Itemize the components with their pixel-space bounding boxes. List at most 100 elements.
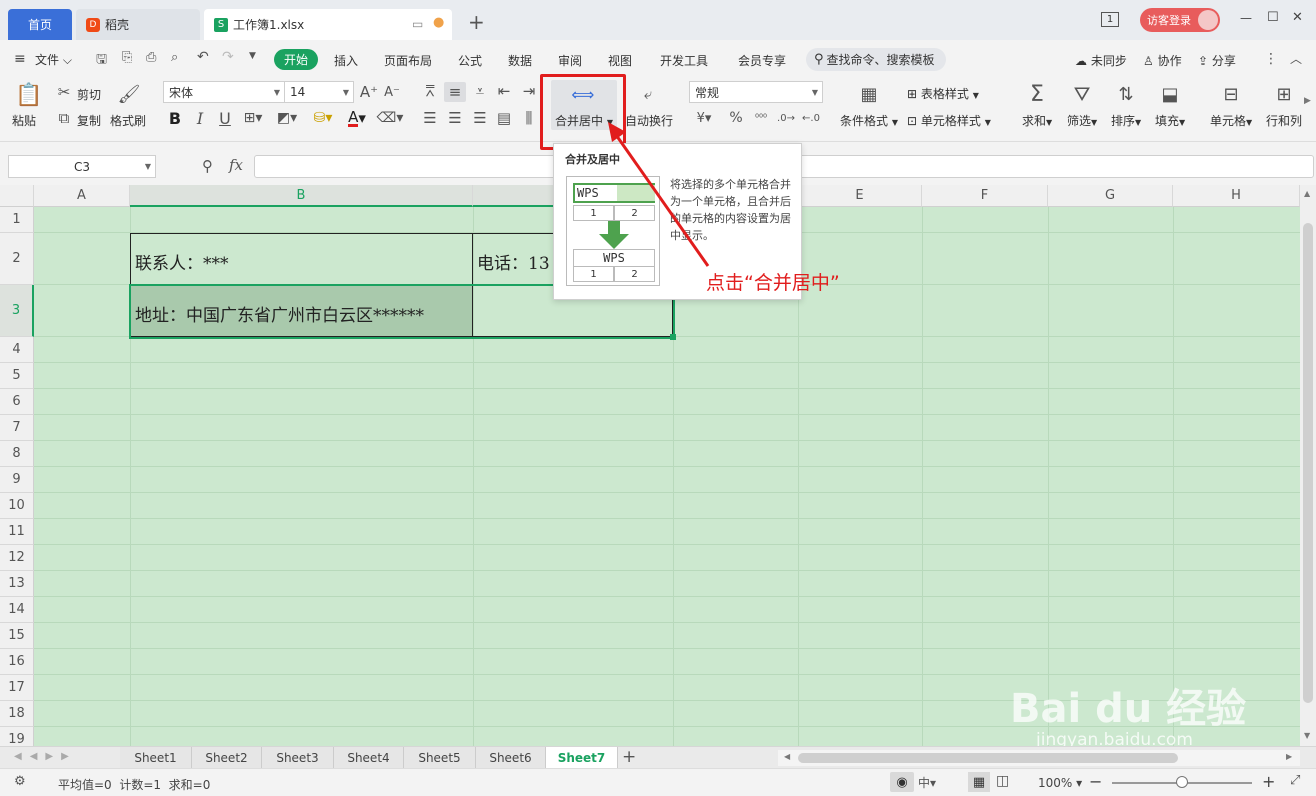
menu-tab-developer[interactable]: 开发工具: [660, 52, 708, 69]
column-header[interactable]: F: [922, 185, 1048, 207]
fullscreen-icon[interactable]: ⤢: [1290, 773, 1300, 788]
sheet-tab[interactable]: Sheet3: [262, 747, 334, 769]
column-header[interactable]: H: [1173, 185, 1300, 207]
macro-icon[interactable]: ⚙: [14, 774, 26, 789]
highlight-icon[interactable]: ⛁▾: [308, 108, 338, 128]
row-col-button[interactable]: 行和列: [1266, 112, 1302, 129]
sheet-tab[interactable]: Sheet1: [120, 747, 192, 769]
tab-home[interactable]: 首页: [8, 9, 72, 40]
column-header[interactable]: G: [1048, 185, 1173, 207]
paste-icon[interactable]: 📋: [15, 81, 43, 109]
scroll-down-icon[interactable]: ▼: [1304, 731, 1310, 740]
wrap-text-icon[interactable]: ⤶: [636, 84, 660, 104]
increase-decimal-icon[interactable]: .0→: [776, 109, 796, 127]
fill-handle[interactable]: [670, 334, 676, 340]
filter-button[interactable]: 筛选▼: [1067, 112, 1097, 129]
window-count-badge[interactable]: 1: [1101, 12, 1119, 27]
justify-icon[interactable]: ▤: [495, 109, 513, 127]
column-header[interactable]: E: [798, 185, 922, 207]
underline-icon[interactable]: U: [216, 108, 234, 128]
add-sheet-button[interactable]: +: [622, 747, 636, 767]
sum-icon[interactable]: Σ: [1024, 81, 1050, 107]
scissors-icon[interactable]: ✂: [56, 83, 72, 101]
copy-button[interactable]: 复制: [77, 112, 101, 129]
decrease-decimal-icon[interactable]: ←.0: [801, 109, 821, 127]
sheet-tab[interactable]: Sheet4: [334, 747, 404, 769]
align-middle-icon[interactable]: ≡: [444, 82, 466, 102]
align-right-icon[interactable]: ☰: [471, 109, 489, 127]
align-center-icon[interactable]: ☰: [446, 109, 464, 127]
zoom-slider-thumb[interactable]: [1176, 776, 1188, 788]
row-header[interactable]: 5: [0, 363, 34, 389]
h-scroll-thumb[interactable]: [798, 753, 1178, 763]
sheet-tab[interactable]: Sheet6: [476, 747, 546, 769]
row-header[interactable]: 18: [0, 701, 34, 727]
close-button[interactable]: ✕: [1292, 10, 1303, 25]
paste-button[interactable]: 粘贴: [12, 112, 36, 129]
row-header[interactable]: 14: [0, 597, 34, 623]
menu-tab-member[interactable]: 会员专享: [738, 52, 786, 69]
format-painter-button[interactable]: 格式刷: [110, 112, 146, 129]
cut-button[interactable]: 剪切: [77, 86, 101, 103]
zoom-out-button[interactable]: −: [1089, 772, 1102, 791]
normal-view-icon[interactable]: ▦: [968, 772, 990, 792]
row-header[interactable]: 15: [0, 623, 34, 649]
row-header[interactable]: 17: [0, 675, 34, 701]
sheet-tab[interactable]: Sheet2: [192, 747, 262, 769]
row-header[interactable]: 19: [0, 727, 34, 746]
name-box[interactable]: C3 ▼: [8, 155, 156, 178]
collab-button[interactable]: ♙ 协作: [1143, 52, 1182, 69]
bold-icon[interactable]: B: [166, 108, 184, 128]
row-header[interactable]: 1: [0, 207, 34, 233]
minimize-button[interactable]: —: [1240, 11, 1252, 25]
percent-icon[interactable]: %: [727, 109, 745, 127]
sum-button[interactable]: 求和▼: [1022, 112, 1052, 129]
copy-icon[interactable]: ⧉: [56, 109, 72, 127]
row-header[interactable]: 3: [0, 285, 34, 337]
save-icon[interactable]: 🖫: [96, 50, 107, 72]
row-header[interactable]: 10: [0, 493, 34, 519]
cell-c2[interactable]: 电话：13: [477, 249, 550, 274]
align-left-icon[interactable]: ☰: [421, 109, 439, 127]
table-style-button[interactable]: ⊞ 表格样式 ▼: [907, 85, 979, 102]
ribbon-scroll-right-icon[interactable]: ▶: [1304, 96, 1311, 106]
cell-b3[interactable]: 地址：中国广东省广州市白云区******: [135, 301, 424, 326]
fill-icon[interactable]: ⬓: [1157, 81, 1183, 107]
row-header[interactable]: 4: [0, 337, 34, 363]
select-all-corner[interactable]: [0, 185, 34, 207]
row-col-icon[interactable]: ⊞: [1271, 81, 1297, 107]
sheet-tab[interactable]: Sheet5: [404, 747, 476, 769]
zoom-formula-icon[interactable]: ⚲: [202, 157, 213, 175]
border-icon[interactable]: ⊞▾: [240, 108, 266, 128]
thousands-icon[interactable]: ⁰⁰⁰: [751, 109, 771, 127]
sheet-tab-active[interactable]: Sheet7: [546, 747, 618, 769]
share-button[interactable]: ⇪ 分享: [1198, 52, 1236, 69]
font-color-icon[interactable]: A ▾: [344, 108, 370, 128]
filter-icon[interactable]: ⛛: [1069, 81, 1095, 107]
quick-access-dropdown-icon[interactable]: ▼: [249, 51, 256, 61]
grow-font-icon[interactable]: A⁺: [360, 82, 378, 102]
shrink-font-icon[interactable]: A⁻: [383, 82, 401, 102]
conditional-format-icon[interactable]: ▦: [857, 83, 881, 105]
horizontal-scrollbar[interactable]: ◀ ▶: [778, 750, 1300, 766]
fill-color-icon[interactable]: ◩▾: [274, 108, 300, 128]
clear-format-icon[interactable]: ⌫▾: [377, 108, 404, 128]
cell-b2[interactable]: 联系人：***: [135, 249, 229, 274]
italic-icon[interactable]: I: [191, 108, 209, 128]
row-header[interactable]: 11: [0, 519, 34, 545]
vertical-scrollbar[interactable]: ▲ ▼: [1300, 185, 1316, 746]
collapse-ribbon-icon[interactable]: ︿: [1290, 50, 1302, 67]
scroll-up-icon[interactable]: ▲: [1304, 189, 1310, 198]
fill-button[interactable]: 填充▼: [1155, 112, 1185, 129]
zoom-level[interactable]: 100% ▾: [1038, 776, 1082, 790]
undo-icon[interactable]: ↶: [197, 49, 209, 65]
cell-icon[interactable]: ⊟: [1218, 81, 1244, 107]
row-header[interactable]: 2: [0, 233, 34, 285]
command-search-input[interactable]: ⚲ 查找命令、搜索模板: [806, 48, 946, 71]
zoom-in-button[interactable]: +: [1262, 772, 1275, 791]
row-header[interactable]: 7: [0, 415, 34, 441]
sync-status[interactable]: ☁ 未同步: [1075, 52, 1127, 69]
print-icon[interactable]: ⎙: [146, 50, 156, 65]
more-icon[interactable]: ⋮: [1264, 51, 1278, 67]
cell-style-button[interactable]: ⊡ 单元格样式 ▼: [907, 112, 991, 129]
